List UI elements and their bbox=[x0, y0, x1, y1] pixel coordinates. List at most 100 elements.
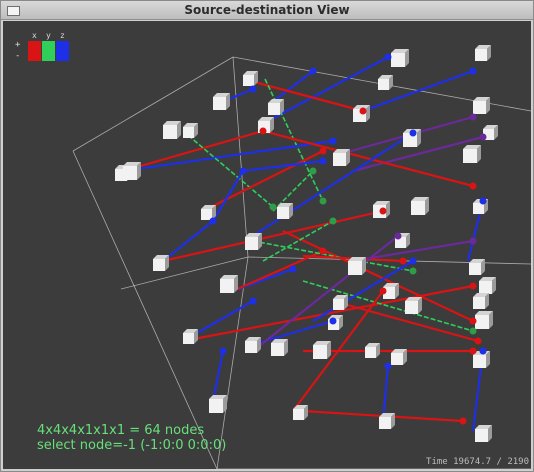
link-endpoint bbox=[469, 67, 477, 75]
link-endpoint bbox=[329, 317, 337, 325]
node-cube bbox=[469, 259, 485, 275]
link-line bbox=[262, 129, 474, 188]
link-endpoint bbox=[319, 247, 327, 255]
node-cube bbox=[209, 395, 227, 413]
link-endpoint bbox=[409, 267, 417, 275]
selected-node-text: select node=-1 (-1:0:0 0:0:0) bbox=[37, 438, 227, 453]
link-endpoint bbox=[479, 347, 487, 355]
y-color-swatch bbox=[42, 41, 55, 61]
node-cube bbox=[123, 162, 141, 180]
link-endpoint bbox=[479, 133, 487, 141]
link-endpoint bbox=[394, 232, 402, 240]
link-endpoint bbox=[309, 67, 317, 75]
link-endpoint bbox=[469, 317, 477, 325]
node-cube bbox=[479, 277, 496, 294]
link-line bbox=[362, 69, 474, 113]
node-cube bbox=[183, 329, 198, 344]
window-title: Source-destination View bbox=[184, 3, 350, 17]
link-endpoint bbox=[309, 167, 317, 175]
node-cube bbox=[405, 297, 422, 314]
node-cube bbox=[153, 255, 169, 271]
link-line bbox=[211, 350, 225, 402]
node-cube bbox=[391, 49, 409, 67]
x-axis-letter: x bbox=[32, 31, 37, 40]
link-endpoint bbox=[469, 327, 477, 335]
link-endpoint bbox=[249, 297, 257, 305]
node-cube bbox=[163, 121, 181, 139]
minus-sign: - bbox=[15, 51, 21, 61]
plus-sign: + bbox=[15, 40, 21, 50]
link-endpoint bbox=[329, 217, 337, 225]
node-cube bbox=[220, 275, 238, 293]
link-endpoint bbox=[249, 85, 257, 93]
link-endpoint bbox=[359, 107, 367, 115]
link-endpoint bbox=[379, 207, 387, 215]
node-cube bbox=[378, 75, 393, 90]
node-cube bbox=[391, 349, 407, 365]
source-destination-window: Source-destination View x y z + - 4x4x4x… bbox=[0, 0, 534, 472]
link-line bbox=[212, 170, 244, 222]
node-cube bbox=[183, 123, 198, 138]
link-endpoint bbox=[479, 197, 487, 205]
link-endpoint bbox=[319, 197, 327, 205]
link-endpoint bbox=[219, 347, 227, 355]
link-endpoint bbox=[409, 129, 417, 137]
node-cube bbox=[475, 425, 492, 442]
link-line bbox=[381, 365, 390, 422]
link-line bbox=[182, 284, 474, 343]
link-endpoint bbox=[399, 257, 407, 265]
node-cube bbox=[473, 97, 490, 114]
link-endpoint bbox=[384, 53, 392, 61]
node-cube bbox=[213, 93, 230, 110]
y-axis-letter: y bbox=[46, 31, 51, 40]
node-cube bbox=[313, 341, 331, 359]
link-endpoint bbox=[384, 362, 392, 370]
torus-scene[interactable] bbox=[3, 21, 531, 469]
link-line bbox=[262, 220, 334, 262]
link-line bbox=[242, 77, 364, 113]
link-endpoint bbox=[289, 265, 297, 273]
node-cube bbox=[333, 295, 348, 310]
link-line bbox=[270, 70, 314, 104]
link-endpoint bbox=[469, 282, 477, 290]
3d-torus-viewport[interactable]: x y z + - 4x4x4x1x1x1 = 64 nodes select … bbox=[3, 21, 531, 469]
link-endpoint bbox=[469, 113, 477, 121]
node-cube bbox=[379, 413, 395, 429]
x-color-swatch bbox=[28, 41, 41, 61]
link-endpoint bbox=[379, 287, 387, 295]
link-endpoint bbox=[329, 137, 337, 145]
link-endpoint bbox=[209, 217, 217, 225]
node-cube bbox=[333, 149, 350, 166]
wireframe-edge bbox=[72, 150, 218, 469]
link-endpoint bbox=[459, 417, 467, 425]
wireframe-edge bbox=[72, 56, 234, 152]
node-cube bbox=[475, 45, 491, 61]
link-endpoint bbox=[319, 157, 327, 165]
node-cube bbox=[293, 405, 308, 420]
wireframe-edge bbox=[232, 56, 249, 258]
node-cube bbox=[245, 337, 261, 353]
title-bar[interactable]: Source-destination View bbox=[1, 1, 533, 20]
node-cube bbox=[473, 293, 489, 309]
link-endpoint bbox=[239, 167, 247, 175]
axis-legend: x y z + - bbox=[15, 31, 75, 69]
node-cube bbox=[277, 203, 293, 219]
link-endpoint bbox=[469, 237, 477, 245]
node-cube bbox=[365, 343, 380, 358]
link-endpoint bbox=[469, 347, 477, 355]
node-cube bbox=[271, 339, 288, 356]
node-cube bbox=[243, 71, 258, 86]
node-cube bbox=[348, 257, 366, 275]
link-endpoint bbox=[259, 127, 267, 135]
node-cube bbox=[245, 233, 262, 250]
node-cubes bbox=[115, 45, 498, 442]
node-count-text: 4x4x4x1x1x1 = 64 nodes bbox=[37, 423, 205, 438]
z-axis-letter: z bbox=[60, 31, 65, 40]
node-cube bbox=[411, 197, 429, 215]
z-color-swatch bbox=[56, 41, 69, 61]
time-readout: Time 19674.7 / 2190 bbox=[426, 457, 529, 467]
link-endpoint bbox=[409, 257, 417, 265]
node-cube bbox=[475, 311, 493, 329]
link-endpoint bbox=[474, 337, 482, 345]
node-cube bbox=[268, 99, 284, 115]
